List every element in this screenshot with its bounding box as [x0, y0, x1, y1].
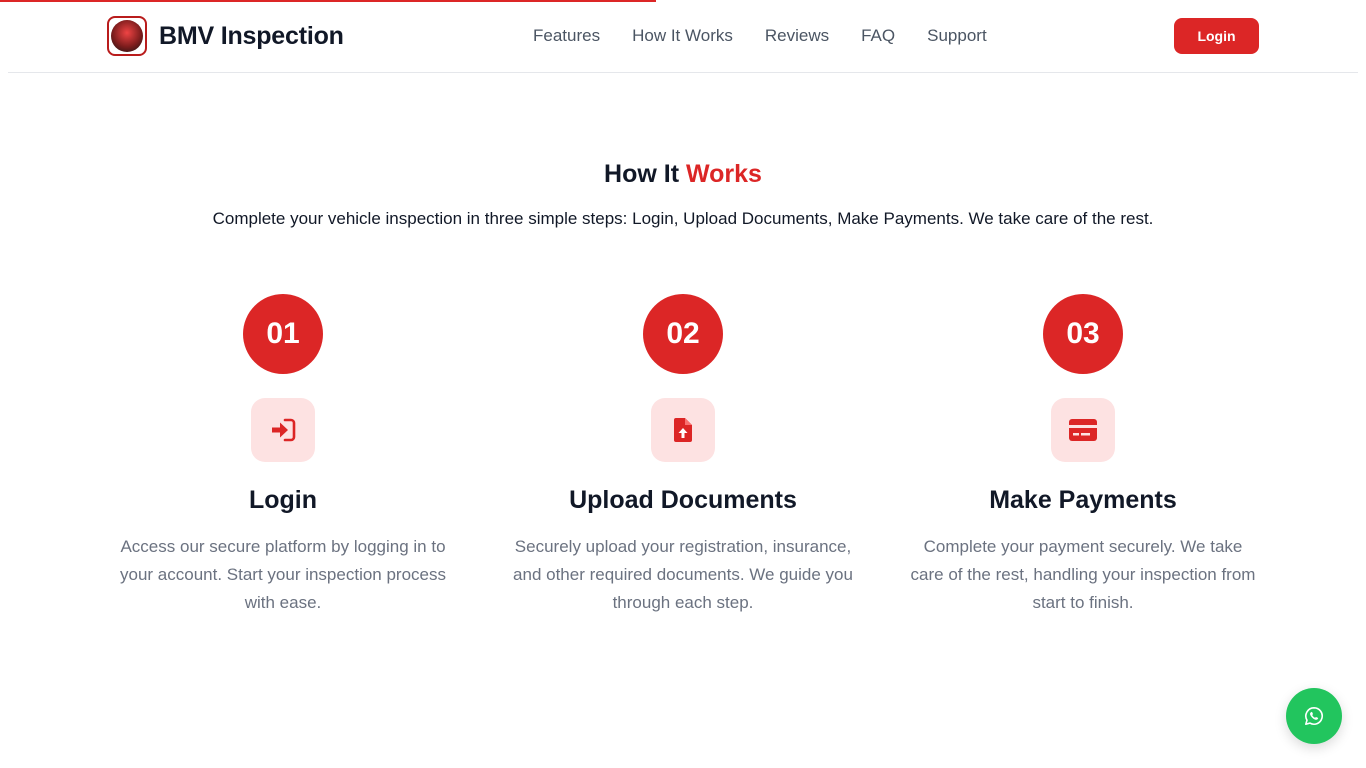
step-number: 03 [1043, 294, 1123, 374]
logo-icon [107, 16, 147, 56]
whatsapp-chat-button[interactable] [1286, 688, 1342, 744]
nav-faq[interactable]: FAQ [861, 26, 895, 46]
step-description: Securely upload your registration, insur… [513, 537, 853, 612]
step-number: 01 [243, 294, 323, 374]
nav-features[interactable]: Features [533, 26, 600, 46]
step-description: Access our secure platform by logging in… [120, 537, 446, 612]
step-title: Login [248, 486, 318, 514]
section-title-accent: Works [685, 160, 762, 188]
nav-how-it-works[interactable]: How It Works [632, 26, 733, 46]
brand-name: BMV Inspection [159, 21, 344, 50]
step-make-payments: 03 Make Payments Complete your payment s… [903, 294, 1263, 617]
site-header: BMV Inspection Features How It Works Rev… [8, 0, 1358, 73]
whatsapp-icon [1305, 707, 1323, 725]
step-number: 02 [643, 294, 723, 374]
step-login: 01 Login Access our secure platform by l… [103, 294, 463, 617]
login-icon [251, 398, 315, 462]
nav-support[interactable]: Support [927, 26, 987, 46]
main-nav: Features How It Works Reviews FAQ Suppor… [533, 26, 987, 46]
step-description: Complete your payment securely. We take … [910, 537, 1256, 612]
section-title: How It Works [0, 160, 1366, 189]
step-upload-documents: 02 Upload Documents Securely upload your… [503, 294, 863, 617]
step-title: Upload Documents [569, 486, 797, 514]
step-title: Make Payments [989, 486, 1177, 514]
brand-logo-link[interactable]: BMV Inspection [107, 16, 344, 56]
section-title-main: How It [604, 160, 686, 188]
nav-reviews[interactable]: Reviews [765, 26, 829, 46]
credit-card-icon [1051, 398, 1115, 462]
file-upload-icon [651, 398, 715, 462]
login-button[interactable]: Login [1174, 18, 1259, 54]
section-subtitle: Complete your vehicle inspection in thre… [212, 209, 1154, 228]
